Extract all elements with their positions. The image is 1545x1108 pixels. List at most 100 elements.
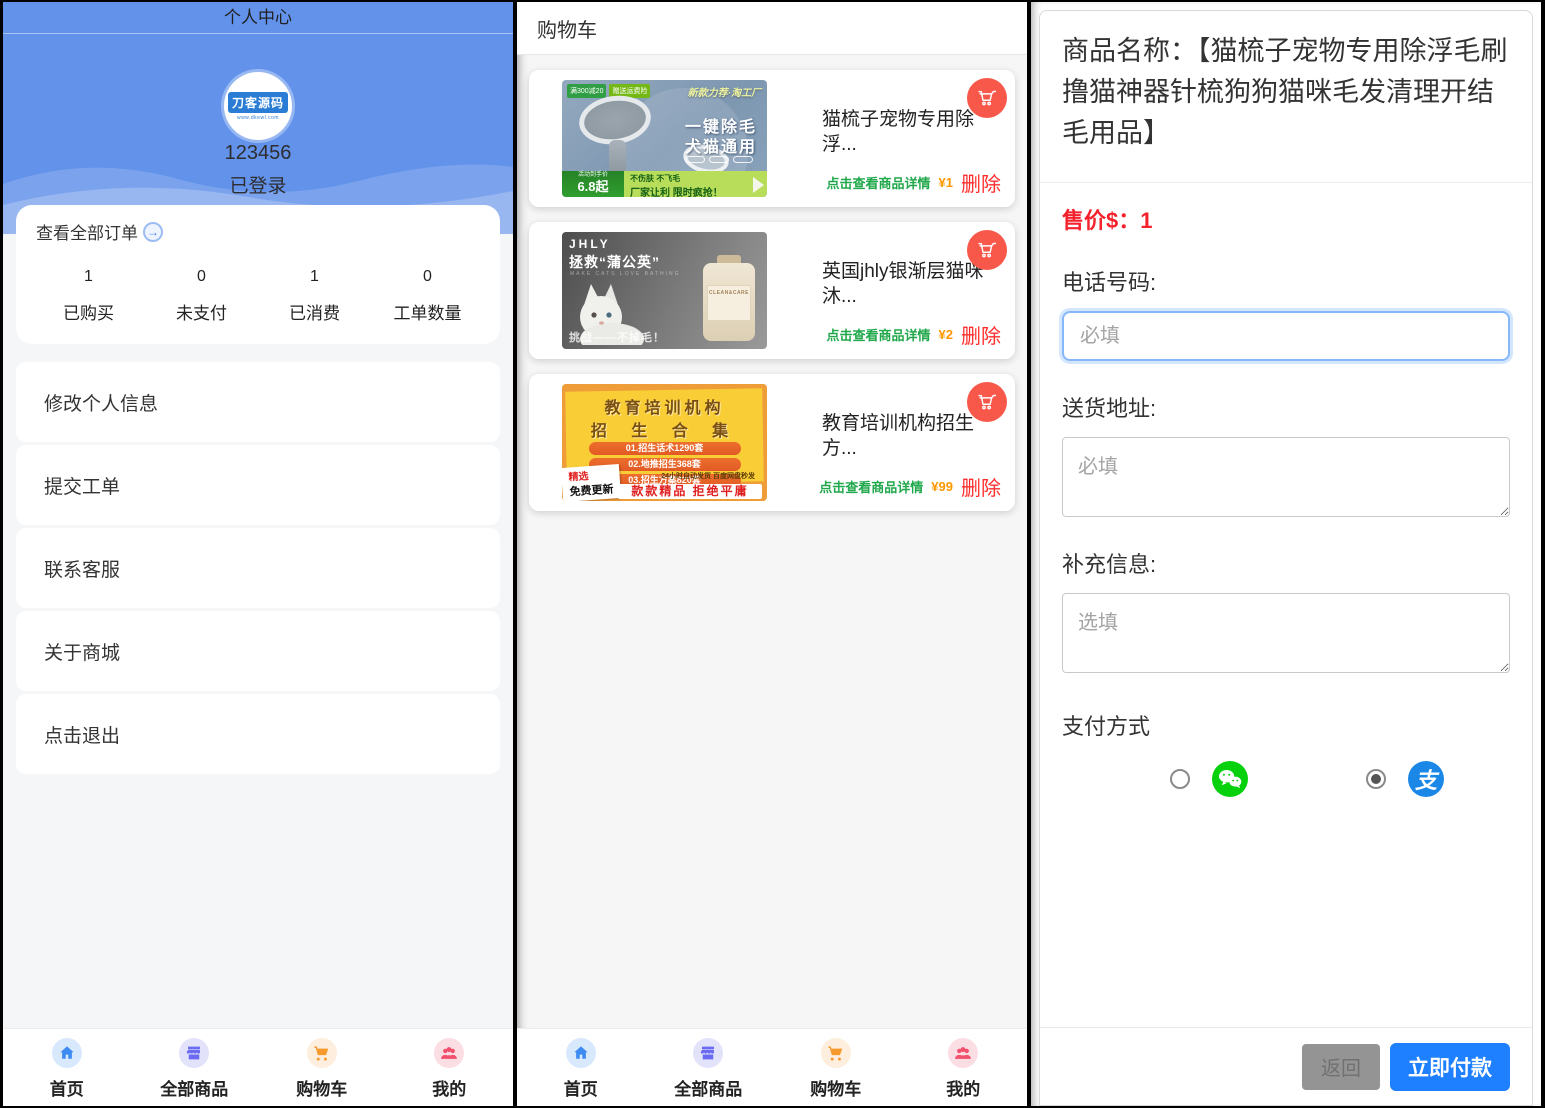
cart-item-title: 教育培训机构招生方... <box>822 412 992 461</box>
payment-method-label: 支付方式 <box>1062 709 1510 741</box>
ad-headline: 招 生 合 集 <box>562 417 767 441</box>
cart-screen: 购物车 满300减20 赠送运费险 新款力荐·淘工厂 一键除毛 犬猫通用 <box>517 2 1027 1106</box>
nav-item-cart[interactable]: 购物车 <box>258 1029 386 1106</box>
cart-item-price: ¥2 <box>939 327 953 342</box>
address-textarea[interactable] <box>1062 437 1510 517</box>
login-status: 已登录 <box>3 171 513 198</box>
delete-item-button[interactable]: 删除 <box>961 472 1001 501</box>
cart-page-title: 购物车 <box>517 2 1027 55</box>
product-image-cat-shampoo[interactable]: JHLY 拯救“蒲公英” MAKE CATS LOVE BATHING <box>562 232 767 349</box>
ad-headline: 犬猫通用 <box>685 133 757 157</box>
view-product-detail-link[interactable]: 点击查看商品详情 <box>819 477 923 496</box>
checkout-card: 商品名称：【猫梳子宠物专用除浮毛刷撸猫神器针梳狗狗猫咪毛发清理开结毛用品】 售价… <box>1039 10 1533 1106</box>
wechat-pay-icon[interactable] <box>1212 761 1248 797</box>
avatar[interactable]: 刀客源码 www.dkewl.com <box>224 72 292 140</box>
username: 123456 <box>3 142 513 165</box>
cart-badge-icon <box>967 382 1007 422</box>
ad-tagline: MAKE CATS LOVE BATHING <box>570 271 681 277</box>
nav-item-all-products[interactable]: 全部商品 <box>131 1029 259 1106</box>
ad-note: 24小时自动发货 百度网盘秒发 <box>661 471 755 481</box>
nav-item-mine[interactable]: 我的 <box>386 1029 514 1106</box>
bottle-illustration: CLEAN&CARE <box>703 263 755 341</box>
promo-badge: 满300减20 <box>567 84 606 98</box>
profile-hero: 个人中心 刀客源码 www.dkewl.com 123456 已登录 <box>3 2 513 234</box>
stat-consumed: 1 已消费 <box>258 268 371 324</box>
menu-item-submit-ticket[interactable]: 提交工单 <box>16 445 500 525</box>
bottom-nav: 首页 全部商品 购物车 我的 <box>517 1028 1027 1106</box>
profile-menu: 修改个人信息 提交工单 联系客服 关于商城 点击退出 <box>16 362 500 774</box>
cart-item: 满300减20 赠送运费险 新款力荐·淘工厂 一键除毛 犬猫通用 活动到手价 6… <box>529 70 1015 207</box>
ad-slogan: 厂家让利 限时疯抢！ <box>630 184 761 197</box>
user-icon <box>434 1038 464 1068</box>
ad-headline: 拯救“蒲公英” <box>569 252 660 272</box>
cart-item: 教育培训机构 招 生 合 集 01.招生话术1290套 02.地推招生368套 … <box>529 374 1015 511</box>
view-product-detail-link[interactable]: 点击查看商品详情 <box>827 325 931 344</box>
phone-input[interactable] <box>1062 311 1510 361</box>
delete-item-button[interactable]: 删除 <box>961 320 1001 349</box>
avatar-logo-url: www.dkewl.com <box>237 115 279 121</box>
extra-info-label: 补充信息: <box>1062 547 1510 579</box>
payment-options: 支 <box>1040 761 1532 797</box>
price-line: 售价$：1 <box>1062 203 1510 235</box>
ad-headline: 教育培训机构 <box>562 394 767 418</box>
cart-list: 满300减20 赠送运费险 新款力荐·淘工厂 一键除毛 犬猫通用 活动到手价 6… <box>517 55 1027 511</box>
stat-tickets: 0 工单数量 <box>371 268 484 324</box>
product-image-brush[interactable]: 满300减20 赠送运费险 新款力荐·淘工厂 一键除毛 犬猫通用 活动到手价 6… <box>562 80 767 197</box>
checkout-screen: 商品名称：【猫梳子宠物专用除浮毛刷撸猫神器针梳狗狗猫咪毛发清理开结毛用品】 售价… <box>1031 2 1541 1106</box>
nav-item-mine[interactable]: 我的 <box>900 1029 1028 1106</box>
wechat-radio[interactable] <box>1170 769 1190 789</box>
cart-badge-icon <box>967 78 1007 118</box>
cart-item-title: 猫梳子宠物专用除浮... <box>822 108 992 157</box>
ad-slogan: 款款精品 拒绝平庸 <box>618 484 762 499</box>
alipay-icon[interactable]: 支 <box>1408 761 1444 797</box>
extra-info-textarea[interactable] <box>1062 593 1510 673</box>
product-name-label: 商品名称： <box>1062 36 1197 66</box>
menu-item-edit-info[interactable]: 修改个人信息 <box>16 362 500 442</box>
cart-badge-icon <box>967 230 1007 270</box>
alipay-radio[interactable] <box>1366 769 1386 789</box>
ad-slogan: 不伤肤 不飞毛 <box>630 173 761 184</box>
arrow-decoration <box>753 177 764 193</box>
nav-item-home[interactable]: 首页 <box>3 1029 131 1106</box>
orders-summary-card: 查看全部订单 → 1 已购买 0 未支付 1 已消费 0 工单数量 <box>16 205 500 344</box>
menu-item-logout[interactable]: 点击退出 <box>16 694 500 774</box>
cart-icon <box>821 1038 851 1068</box>
page-title: 个人中心 <box>3 2 513 34</box>
product-image-edu[interactable]: 教育培训机构 招 生 合 集 01.招生话术1290套 02.地推招生368套 … <box>562 384 767 501</box>
stat-purchased: 1 已购买 <box>32 268 145 324</box>
product-name: 商品名称：【猫梳子宠物专用除浮毛刷撸猫神器针梳狗狗猫咪毛发清理开结毛用品】 <box>1040 11 1532 183</box>
bottle-label: CLEAN&CARE <box>707 285 751 321</box>
nav-item-home[interactable]: 首页 <box>517 1029 645 1106</box>
ad-brand: JHLY <box>569 237 611 251</box>
nav-item-all-products[interactable]: 全部商品 <box>645 1029 773 1106</box>
cart-item-price: ¥1 <box>939 175 953 190</box>
address-label: 送货地址: <box>1062 391 1510 423</box>
stats-row: 1 已购买 0 未支付 1 已消费 0 工单数量 <box>32 268 484 324</box>
payment-option-wechat <box>1170 761 1248 797</box>
ad-price-box: 活动到手价 6.8起 <box>562 171 624 197</box>
bottom-nav: 首页 全部商品 购物车 我的 <box>3 1028 513 1106</box>
view-all-orders-label: 查看全部订单 <box>36 219 138 244</box>
cart-item-title: 英国jhly银渐层猫咪沐... <box>822 260 992 309</box>
ad-list-item: 01.招生话术1290套 <box>589 442 741 455</box>
shop-icon <box>179 1038 209 1068</box>
view-all-orders-link[interactable]: 查看全部订单 → <box>32 219 484 244</box>
stat-unpaid: 0 未支付 <box>145 268 258 324</box>
delete-item-button[interactable]: 删除 <box>961 168 1001 197</box>
back-button[interactable]: 返回 <box>1302 1044 1380 1090</box>
payment-option-alipay: 支 <box>1366 761 1444 797</box>
nav-item-cart[interactable]: 购物车 <box>772 1029 900 1106</box>
cart-icon <box>307 1038 337 1068</box>
view-product-detail-link[interactable]: 点击查看商品详情 <box>827 173 931 192</box>
profile-screen: 个人中心 刀客源码 www.dkewl.com 123456 已登录 查看全部订… <box>3 2 513 1106</box>
cart-item: JHLY 拯救“蒲公英” MAKE CATS LOVE BATHING <box>529 222 1015 359</box>
ad-slogan: 挑战——不掉毛！ <box>569 329 665 345</box>
arrow-right-icon: → <box>143 222 163 242</box>
user-icon <box>948 1038 978 1068</box>
checkout-footer: 返回 立即付款 <box>1040 1027 1532 1105</box>
ad-store-tag: 新款力荐·淘工厂 <box>688 84 761 99</box>
pay-now-button[interactable]: 立即付款 <box>1390 1043 1510 1091</box>
menu-item-about-mall[interactable]: 关于商城 <box>16 611 500 691</box>
home-icon <box>52 1038 82 1068</box>
menu-item-contact-support[interactable]: 联系客服 <box>16 528 500 608</box>
